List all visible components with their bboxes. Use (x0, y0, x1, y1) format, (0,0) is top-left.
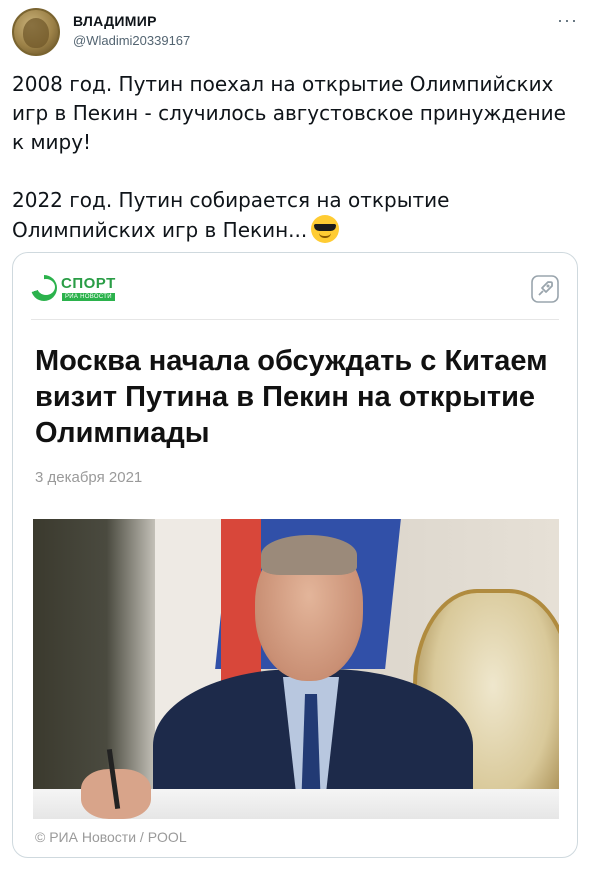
tweet-paragraph-1: 2008 год. Путин поехал на открытие Олимп… (12, 72, 566, 154)
sunglasses-emoji-icon (311, 215, 340, 243)
more-options-button[interactable]: ··· (557, 10, 578, 31)
tweet-paragraph-2: 2022 год. Путин собирается на открытие О… (12, 186, 584, 245)
tweet-paragraph-2-text: 2022 год. Путин собирается на открытие О… (12, 188, 450, 242)
card-date: 3 декабря 2021 (35, 469, 143, 486)
card-photo[interactable] (33, 519, 559, 819)
card-divider (31, 319, 559, 320)
brand-name: СПОРТ (61, 275, 116, 292)
ria-logo-mark-icon (31, 275, 57, 301)
tweet-header: ВЛАДИМИР @Wladimi20339167 ··· (12, 8, 584, 58)
brand-subtitle: РИА НОВОСТИ (62, 293, 115, 301)
display-name[interactable]: ВЛАДИМИР (73, 13, 157, 29)
link-card[interactable]: СПОРТ РИА НОВОСТИ Москва начала обсуждат… (12, 252, 578, 858)
avatar[interactable] (12, 8, 60, 56)
user-handle[interactable]: @Wladimi20339167 (73, 33, 190, 48)
ria-sport-logo: СПОРТ РИА НОВОСТИ (31, 271, 141, 303)
tweet-text: 2008 год. Путин поехал на открытие Олимп… (12, 70, 584, 245)
photo-credit: © РИА Новости / POOL (35, 829, 187, 845)
avatar-portrait (23, 18, 49, 48)
rocket-icon (531, 275, 559, 303)
card-headline[interactable]: Москва начала обсуждать с Китаем визит П… (35, 343, 555, 451)
